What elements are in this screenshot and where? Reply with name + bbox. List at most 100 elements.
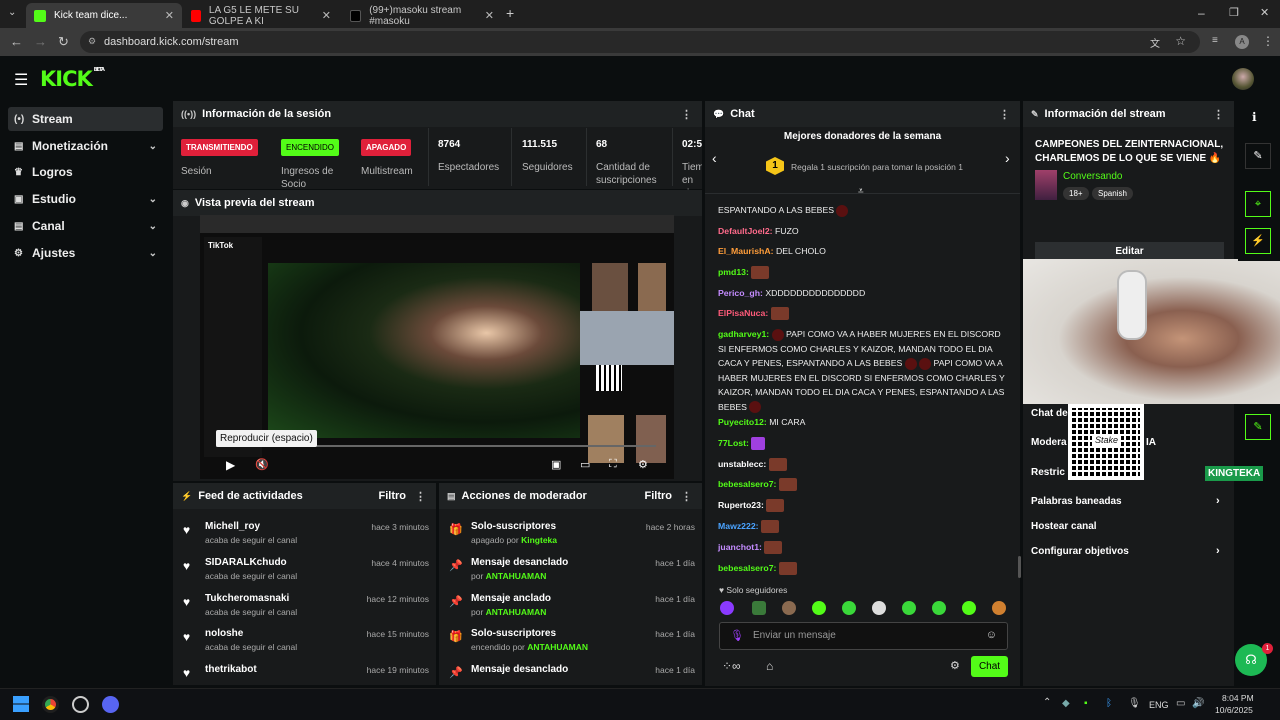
- clock-time[interactable]: 8:04 PM: [1222, 693, 1254, 703]
- focus-tool-button[interactable]: ⌖: [1245, 191, 1271, 217]
- chat-settings-gear-icon[interactable]: ⚙: [950, 659, 960, 672]
- send-chat-button[interactable]: Chat: [971, 656, 1008, 677]
- microphone-icon[interactable]: 🎙: [730, 629, 744, 642]
- browser-menu-icon[interactable]: ⋮: [1262, 34, 1274, 48]
- chevron-right-icon[interactable]: ›: [1005, 150, 1010, 166]
- chat-scrollbar[interactable]: [1018, 556, 1021, 578]
- url-input[interactable]: ⚙ dashboard.kick.com/stream 文 ☆: [80, 31, 1200, 53]
- sidebar-item-ajustes[interactable]: ⚙ Ajustes ⌄: [8, 241, 163, 265]
- play-icon[interactable]: ▶: [226, 458, 235, 472]
- pinned-collapse-icon[interactable]: ⩡: [858, 186, 864, 197]
- video-frame: [268, 263, 580, 438]
- sidebar-item-canal[interactable]: ▤ Canal ⌄: [8, 214, 163, 238]
- site-info-icon[interactable]: ⚙: [88, 36, 96, 47]
- kick-logo[interactable]: KICK BETA: [40, 67, 105, 91]
- network-icon[interactable]: ▭: [1176, 698, 1185, 709]
- tag-badge: 18+: [1063, 187, 1089, 200]
- emote-picker-item[interactable]: [812, 601, 826, 615]
- tab-search-icon[interactable]: ⌄: [8, 7, 16, 18]
- emoji-icon[interactable]: ☺: [986, 629, 997, 641]
- username[interactable]: thetrikabot: [205, 664, 257, 675]
- moderation-row[interactable]: Modera: [1031, 437, 1067, 448]
- app-taskbar-icon[interactable]: [72, 696, 89, 713]
- more-options-icon[interactable]: ⋮: [681, 490, 692, 503]
- sidebar-item-estudio[interactable]: ▣ Estudio ⌄: [8, 187, 163, 211]
- qr-code-thumbnail: [596, 365, 622, 391]
- more-options-icon[interactable]: ⋮: [999, 108, 1010, 121]
- close-window-button[interactable]: ✕: [1260, 6, 1269, 19]
- back-icon[interactable]: ←: [10, 34, 23, 49]
- emote-picker-item[interactable]: [902, 601, 916, 615]
- profile-avatar[interactable]: A: [1235, 35, 1249, 49]
- more-options-icon[interactable]: ⋮: [1213, 108, 1224, 121]
- chevron-left-icon[interactable]: ‹: [712, 150, 717, 166]
- restrictions-row[interactable]: Restric: [1031, 467, 1065, 478]
- windows-start-icon[interactable]: [13, 696, 29, 712]
- lightning-tool-button[interactable]: ⚡: [1245, 228, 1271, 254]
- maximize-button[interactable]: ❐: [1229, 6, 1239, 19]
- pen-tool-button[interactable]: ✎: [1245, 143, 1271, 169]
- tab-kick[interactable]: Kick team dice... ✕: [26, 3, 182, 28]
- minimize-button[interactable]: –: [1198, 6, 1205, 20]
- tray-icon: ◆: [1062, 698, 1070, 709]
- forward-icon[interactable]: →: [34, 34, 47, 49]
- sidebar-item-stream[interactable]: (•) Stream: [8, 107, 163, 131]
- settings-gear-icon[interactable]: ⚙: [638, 458, 648, 471]
- reading-list-icon[interactable]: ≡: [1212, 35, 1218, 46]
- filter-button[interactable]: Filtro: [379, 490, 407, 502]
- emote-picker-item[interactable]: [932, 601, 946, 615]
- reload-icon[interactable]: ↻: [58, 34, 69, 50]
- emote-picker-item[interactable]: [962, 601, 976, 615]
- chat-bubble-icon: 💬: [713, 108, 725, 119]
- timestamp: hace 1 día: [655, 629, 695, 639]
- more-options-icon[interactable]: ⋮: [681, 108, 692, 121]
- status-badge-apagado: APAGADO: [361, 139, 412, 156]
- pip-icon[interactable]: ▣: [551, 458, 561, 471]
- tray-chevron-icon[interactable]: ⌃: [1043, 697, 1051, 708]
- goals-row[interactable]: Configurar objetivos ›: [1031, 545, 1221, 557]
- volume-icon[interactable]: 🔊: [1192, 698, 1204, 709]
- sidebar-item-logros[interactable]: ♛ Logros: [8, 160, 163, 184]
- translate-icon[interactable]: 文: [1150, 35, 1160, 50]
- mute-icon[interactable]: 🔇: [255, 458, 269, 471]
- theater-icon[interactable]: ▭: [580, 458, 590, 471]
- chat-input[interactable]: 🎙 Enviar un mensaje ☺: [719, 622, 1008, 650]
- emote-picker-item[interactable]: [782, 601, 796, 615]
- emote-picker-item[interactable]: [872, 601, 886, 615]
- language-indicator[interactable]: ENG: [1149, 700, 1169, 710]
- discord-taskbar-icon[interactable]: [102, 696, 119, 713]
- host-channel-row[interactable]: Hostear canal: [1031, 521, 1221, 532]
- clock-date[interactable]: 10/6/2025: [1215, 705, 1253, 715]
- user-avatar[interactable]: [1232, 68, 1254, 90]
- tab-tiktok[interactable]: (99+)masoku stream #masoku ✕: [342, 3, 502, 28]
- timestamp: hace 2 horas: [645, 522, 695, 532]
- tab-youtube[interactable]: LA G5 LE METE SU GOLPE A KI ✕: [183, 3, 339, 28]
- emote-picker-item[interactable]: [842, 601, 856, 615]
- hamburger-menu-icon[interactable]: ☰: [14, 70, 28, 90]
- username[interactable]: SIDARALKchudo: [205, 557, 287, 568]
- banned-words-row[interactable]: Palabras baneadas ›: [1031, 495, 1221, 507]
- info-icon[interactable]: ℹ: [1252, 110, 1257, 124]
- emote-picker-item[interactable]: [752, 601, 766, 615]
- fullscreen-icon[interactable]: ⛶: [609, 458, 617, 471]
- new-tab-button[interactable]: +: [506, 5, 514, 21]
- chrome-taskbar-icon[interactable]: [42, 696, 59, 713]
- username[interactable]: Michell_roy: [205, 521, 260, 532]
- emote-picker-item[interactable]: [992, 601, 1006, 615]
- filter-button[interactable]: Filtro: [645, 490, 673, 502]
- pen-tool-button-2[interactable]: ✎: [1245, 414, 1271, 440]
- more-options-icon[interactable]: ⋮: [415, 490, 426, 503]
- username[interactable]: Tukcheromasnaki: [205, 593, 289, 604]
- tab-close-icon[interactable]: ✕: [165, 9, 174, 22]
- tab-close-icon[interactable]: ✕: [485, 9, 494, 22]
- tab-close-icon[interactable]: ✕: [322, 9, 331, 22]
- sidebar-item-monetizacion[interactable]: ▤ Monetización ⌄: [8, 134, 163, 158]
- infinity-icon[interactable]: ⁘∞: [722, 659, 741, 673]
- chat-settings-row[interactable]: Chat de: [1031, 408, 1068, 419]
- category-name[interactable]: Conversando: [1063, 171, 1122, 182]
- sidebar-item-label: Estudio: [32, 192, 76, 206]
- username[interactable]: noloshe: [205, 628, 243, 639]
- bookmark-star-icon[interactable]: ☆: [1175, 34, 1186, 48]
- store-icon[interactable]: ⌂: [766, 659, 773, 673]
- emote-picker-item[interactable]: [720, 601, 734, 615]
